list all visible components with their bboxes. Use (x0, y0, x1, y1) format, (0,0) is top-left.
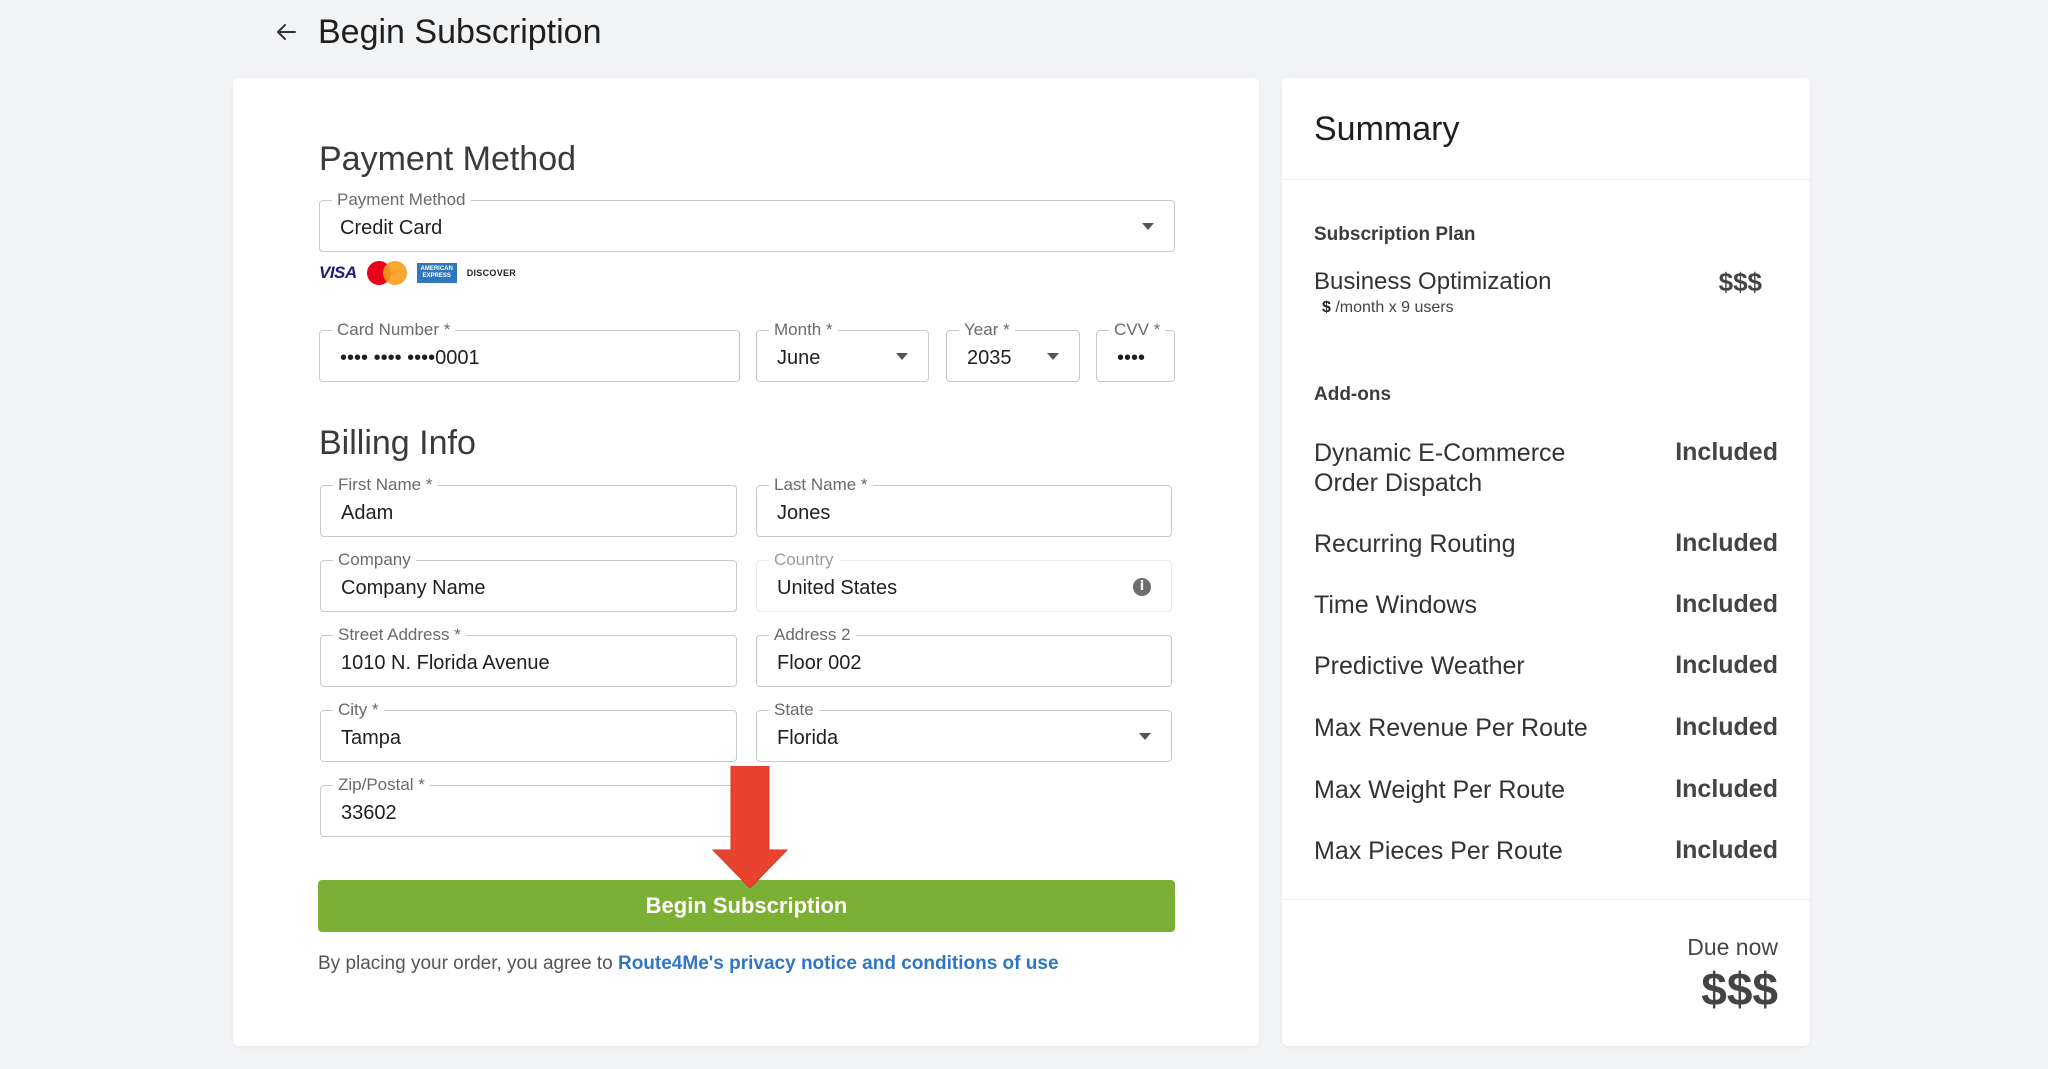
summary-card: Summary Subscription Plan Business Optim… (1282, 78, 1810, 1046)
last-name-value: Jones (777, 502, 831, 524)
addon-status: Included (1675, 651, 1778, 679)
addon-name: Dynamic E-Commerce Order Dispatch (1314, 439, 1566, 497)
addons-label: Add-ons (1314, 384, 1392, 405)
addon-name: Max Weight Per Route (1314, 776, 1566, 804)
divider (1282, 179, 1810, 180)
page-title: Begin Subscription (318, 12, 602, 51)
state-label: State (769, 700, 819, 720)
city-field[interactable]: City * Tampa (320, 700, 737, 762)
discover-logo: DISCOVER (466, 268, 517, 278)
addon-name: Max Pieces Per Route (1314, 837, 1563, 865)
agreement-prefix: By placing your order, you agree to (318, 953, 618, 974)
year-value: 2035 (967, 347, 1012, 369)
red-down-arrow-icon (711, 766, 789, 889)
plan-currency: $ (1322, 299, 1331, 316)
privacy-terms-link[interactable]: Route4Me's privacy notice and conditions… (618, 953, 1059, 974)
address2-label: Address 2 (769, 625, 856, 645)
addon-status: Included (1675, 590, 1778, 618)
company-value: Company Name (341, 577, 486, 599)
due-now-label: Due now (1687, 934, 1778, 960)
company-field[interactable]: Company Company Name (320, 550, 737, 612)
zip-value: 33602 (341, 802, 397, 824)
card-number-label: Card Number * (332, 320, 456, 340)
address2-field[interactable]: Address 2 Floor 002 (756, 625, 1172, 687)
month-select[interactable]: Month * June (756, 320, 929, 382)
addon-name: Time Windows (1314, 591, 1477, 619)
payment-method-label: Payment Method (332, 190, 471, 210)
payment-method-value: Credit Card (340, 217, 443, 239)
street-address-field[interactable]: Street Address * 1010 N. Florida Avenue (320, 625, 737, 687)
payment-method-select[interactable]: Payment Method Credit Card (319, 190, 1175, 252)
addon-status: Included (1675, 713, 1778, 741)
state-select[interactable]: State Florida (756, 700, 1172, 762)
mastercard-logo (366, 261, 407, 285)
addon-status: Included (1675, 775, 1778, 803)
first-name-field[interactable]: First Name * Adam (320, 475, 737, 537)
back-arrow-icon[interactable] (270, 16, 302, 48)
state-value: Florida (777, 727, 839, 749)
country-label: Country (769, 550, 839, 570)
due-now-amount: $$$ (1701, 963, 1778, 1015)
year-label: Year * (959, 320, 1015, 340)
first-name-label: First Name * (333, 475, 438, 495)
city-label: City * (333, 700, 384, 720)
first-name-value: Adam (341, 502, 394, 524)
summary-title: Summary (1314, 110, 1460, 148)
zip-field[interactable]: Zip/Postal * 33602 (320, 775, 737, 837)
year-select[interactable]: Year * 2035 (946, 320, 1080, 382)
addon-name: Max Revenue Per Route (1314, 714, 1588, 742)
addon-status: Included (1675, 836, 1778, 864)
company-label: Company (333, 550, 416, 570)
month-label: Month * (769, 320, 838, 340)
card-logos: VISA AMERICAN EXPRESS DISCOVER (319, 261, 516, 285)
cvv-value: •••• (1117, 347, 1146, 369)
last-name-field[interactable]: Last Name * Jones (756, 475, 1172, 537)
cvv-label: CVV * (1109, 320, 1166, 340)
street-address-value: 1010 N. Florida Avenue (341, 652, 550, 674)
page-header: Begin Subscription (270, 6, 602, 58)
subscription-plan-label: Subscription Plan (1314, 224, 1476, 245)
payment-method-title: Payment Method (319, 140, 577, 178)
card-number-field[interactable]: Card Number * •••• •••• ••••0001 (319, 320, 740, 382)
info-icon[interactable]: i (1133, 578, 1151, 596)
month-value: June (777, 347, 821, 369)
plan-price-detail: $ /month x 9 users (1322, 299, 1454, 317)
chevron-down-icon (896, 353, 908, 360)
addon-status: Included (1675, 529, 1778, 557)
plan-name: Business Optimization (1314, 268, 1552, 295)
plan-per-user: /month x 9 users (1330, 299, 1454, 316)
divider (1282, 899, 1810, 900)
agreement-text: By placing your order, you agree to Rout… (318, 953, 1059, 975)
chevron-down-icon (1139, 733, 1151, 740)
chevron-down-icon (1047, 353, 1059, 360)
amex-logo: AMERICAN EXPRESS (416, 263, 457, 283)
billing-info-title: Billing Info (319, 424, 476, 462)
addon-name: Predictive Weather (1314, 652, 1525, 680)
chevron-down-icon (1142, 223, 1154, 230)
subscription-form-card: Payment Method Payment Method Credit Car… (233, 78, 1259, 1046)
card-number-value: •••• •••• ••••0001 (340, 347, 480, 369)
visa-logo: VISA (319, 263, 357, 282)
last-name-label: Last Name * (769, 475, 873, 495)
zip-label: Zip/Postal * (333, 775, 430, 795)
addon-name: Recurring Routing (1314, 530, 1516, 558)
street-address-label: Street Address * (333, 625, 466, 645)
addon-status: Included (1675, 438, 1778, 466)
country-value: United States (777, 577, 898, 599)
city-value: Tampa (341, 727, 402, 749)
plan-price: $$$ (1718, 267, 1762, 297)
cvv-field[interactable]: CVV * •••• (1096, 320, 1175, 382)
address2-value: Floor 002 (777, 652, 862, 674)
country-field: Country United States i (756, 550, 1172, 612)
